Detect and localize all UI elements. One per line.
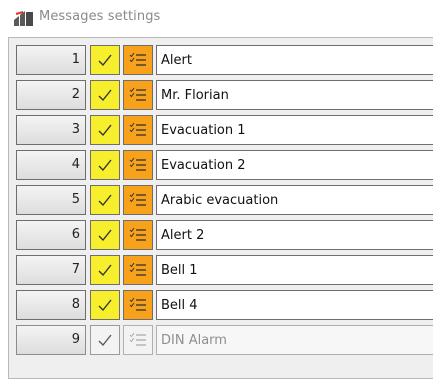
message-name-field[interactable]: Bell 4 [156, 290, 433, 320]
message-number: 2 [71, 87, 80, 102]
message-number: 7 [71, 262, 80, 277]
message-number-button[interactable]: 5 [16, 185, 86, 215]
message-number-button[interactable]: 3 [16, 115, 86, 145]
speaker-settings-icon [14, 11, 33, 26]
checklist-icon [129, 332, 146, 346]
enable-checkbox[interactable] [90, 290, 120, 320]
checkmark-icon [98, 299, 112, 312]
enable-checkbox[interactable] [90, 115, 120, 145]
checklist-icon [129, 122, 146, 136]
message-name-field[interactable]: DIN Alarm [156, 325, 433, 355]
message-row: 5 Arabic evacuation [16, 185, 433, 215]
message-name: Mr. Florian [161, 88, 229, 103]
window-title: Messages settings [39, 9, 161, 24]
message-number: 6 [71, 227, 80, 242]
message-number-button[interactable]: 6 [16, 220, 86, 250]
message-name: Evacuation 2 [161, 158, 246, 173]
checklist-icon [129, 262, 146, 276]
enable-checkbox[interactable] [90, 150, 120, 180]
message-list-button[interactable] [123, 80, 153, 110]
message-list-button[interactable] [123, 290, 153, 320]
message-row: 6 Alert 2 [16, 220, 433, 250]
message-name: Alert [161, 53, 192, 68]
message-number-button[interactable]: 2 [16, 80, 86, 110]
message-name: Bell 1 [161, 263, 198, 278]
message-number-button[interactable]: 1 [16, 45, 86, 75]
enable-checkbox[interactable] [90, 220, 120, 250]
checkmark-icon [98, 194, 112, 207]
message-row: 2 Mr. Florian [16, 80, 433, 110]
enable-checkbox[interactable] [90, 185, 120, 215]
message-name: Evacuation 1 [161, 123, 246, 138]
message-list-button[interactable] [123, 255, 153, 285]
message-name-field[interactable]: Alert [156, 45, 433, 75]
message-name-field[interactable]: Evacuation 2 [156, 150, 433, 180]
message-list-button[interactable] [123, 150, 153, 180]
message-list-button[interactable] [123, 220, 153, 250]
message-number-button[interactable]: 4 [16, 150, 86, 180]
message-row: 3 Evacuation 1 [16, 115, 433, 145]
message-number: 5 [71, 192, 80, 207]
checkmark-icon [98, 264, 112, 277]
messages-list: 1 Alert 2 Mr. Florian 3 Evacuation 1 4 E… [8, 37, 433, 379]
message-list-button[interactable] [123, 185, 153, 215]
enable-checkbox[interactable] [90, 255, 120, 285]
message-row: 8 Bell 4 [16, 290, 433, 320]
message-number: 4 [71, 157, 80, 172]
message-name-field[interactable]: Bell 1 [156, 255, 433, 285]
checklist-icon [129, 52, 146, 66]
message-row: 1 Alert [16, 45, 433, 75]
window-titlebar: Messages settings [0, 0, 433, 36]
message-name-field[interactable]: Alert 2 [156, 220, 433, 250]
enable-checkbox[interactable] [90, 80, 120, 110]
message-name: Bell 4 [161, 298, 198, 313]
message-number: 9 [71, 332, 80, 347]
message-row: 4 Evacuation 2 [16, 150, 433, 180]
checklist-icon [129, 297, 146, 311]
message-list-button[interactable] [123, 45, 153, 75]
message-name: DIN Alarm [161, 333, 227, 348]
message-row: 7 Bell 1 [16, 255, 433, 285]
message-row: 9 DIN Alarm [16, 325, 433, 355]
enable-checkbox[interactable] [90, 45, 120, 75]
enable-checkbox[interactable] [90, 325, 120, 355]
message-name: Arabic evacuation [161, 193, 279, 208]
checkmark-icon [98, 89, 112, 102]
message-number-button[interactable]: 8 [16, 290, 86, 320]
message-name: Alert 2 [161, 228, 205, 243]
checkmark-icon [98, 54, 112, 67]
checklist-icon [129, 192, 146, 206]
message-number-button[interactable]: 9 [16, 325, 86, 355]
message-list-button[interactable] [123, 115, 153, 145]
message-number: 3 [71, 122, 80, 137]
checkmark-icon [98, 229, 112, 242]
checklist-icon [129, 227, 146, 241]
message-number-button[interactable]: 7 [16, 255, 86, 285]
message-number: 1 [71, 52, 80, 67]
message-list-button[interactable] [123, 325, 153, 355]
message-name-field[interactable]: Evacuation 1 [156, 115, 433, 145]
message-name-field[interactable]: Arabic evacuation [156, 185, 433, 215]
message-number: 8 [71, 297, 80, 312]
checkmark-icon [98, 124, 112, 137]
checklist-icon [129, 157, 146, 171]
message-name-field[interactable]: Mr. Florian [156, 80, 433, 110]
checkmark-icon [98, 334, 112, 346]
checklist-icon [129, 87, 146, 101]
checkmark-icon [98, 159, 112, 172]
